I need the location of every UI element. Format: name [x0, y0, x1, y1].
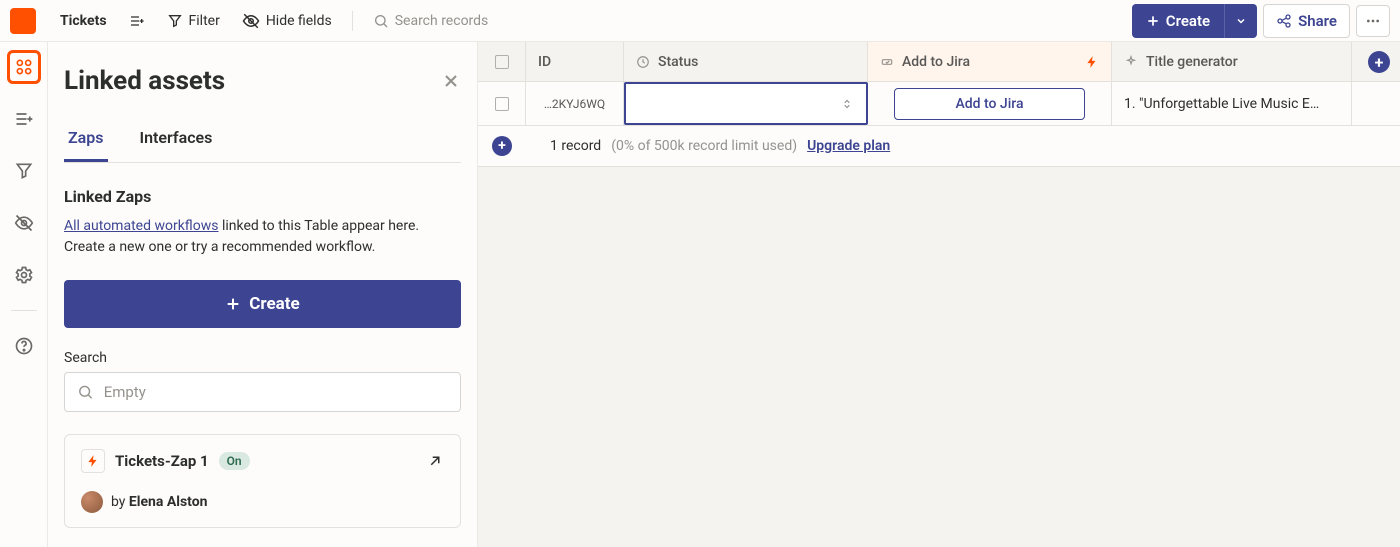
- create-button-label: Create: [1166, 12, 1210, 30]
- zap-status-badge: On: [219, 452, 250, 470]
- gear-icon: [14, 265, 34, 285]
- add-to-jira-row-button[interactable]: Add to Jira: [894, 88, 1084, 120]
- cell-id[interactable]: …2KYJ6WQ: [526, 82, 624, 125]
- sparkle-icon: [1124, 55, 1138, 69]
- add-record-button[interactable]: +: [492, 136, 512, 156]
- search-zaps-input[interactable]: [104, 383, 448, 401]
- avatar: [81, 491, 103, 513]
- table-row[interactable]: …2KYJ6WQ Add to Jira 1. "Unforgettable L…: [478, 82, 1400, 126]
- cell-title-generator[interactable]: 1. "Unforgettable Live Music E…: [1112, 82, 1352, 125]
- panel-close-button[interactable]: [441, 71, 461, 91]
- close-icon: [441, 71, 461, 91]
- plus-icon: [1146, 14, 1160, 28]
- new-field-button[interactable]: [121, 7, 153, 35]
- open-external-icon: [426, 452, 444, 470]
- top-toolbar: Tickets Filter Hide fields Create Share: [0, 0, 1400, 42]
- dots-icon: [1365, 13, 1381, 29]
- toolbar-divider: [352, 11, 353, 31]
- search-icon: [373, 13, 389, 29]
- app-logo: [10, 8, 36, 34]
- add-column-icon: [129, 13, 145, 29]
- zap-card-title: Tickets-Zap 1: [115, 452, 209, 470]
- zap-author-row: by Elena Alston: [81, 491, 444, 513]
- author-name: Elena Alston: [129, 494, 208, 510]
- table-footer: + 1 record (0% of 500k record limit used…: [478, 126, 1400, 167]
- zap-card[interactable]: Tickets-Zap 1 On by Elena Alston: [64, 434, 461, 528]
- search-records-input[interactable]: [395, 13, 595, 29]
- col-header-title-generator[interactable]: Title generator: [1112, 42, 1352, 81]
- rail-settings[interactable]: [7, 258, 41, 292]
- chevron-down-icon: [1235, 15, 1247, 27]
- search-icon: [77, 383, 94, 401]
- more-menu-button[interactable]: [1356, 5, 1390, 37]
- linked-zaps-description: All automated workflows linked to this T…: [64, 216, 461, 258]
- record-count: 1 record: [550, 138, 601, 154]
- status-icon: [636, 55, 650, 69]
- create-dropdown-button[interactable]: [1224, 4, 1257, 38]
- linked-assets-panel: Linked assets Zaps Interfaces Linked Zap…: [48, 42, 478, 547]
- rail-fields[interactable]: [7, 102, 41, 136]
- rail-divider: [11, 310, 37, 311]
- rail-filter[interactable]: [7, 154, 41, 188]
- rail-help[interactable]: [7, 329, 41, 363]
- checkbox[interactable]: [495, 55, 509, 69]
- cell-add-to-jira: Add to Jira: [868, 82, 1112, 125]
- share-button[interactable]: Share: [1263, 4, 1350, 38]
- panel-tabs: Zaps Interfaces: [64, 120, 461, 163]
- all-workflows-link[interactable]: All automated workflows: [64, 218, 218, 234]
- jira-label: Add to Jira: [902, 54, 970, 70]
- filter-icon: [167, 13, 183, 29]
- filter-icon: [14, 161, 34, 181]
- titlegen-label: Title generator: [1146, 54, 1238, 70]
- help-icon: [14, 336, 34, 356]
- panel-create-button[interactable]: Create: [64, 280, 461, 328]
- search-zaps-label: Search: [64, 350, 461, 366]
- linked-zaps-heading: Linked Zaps: [64, 187, 461, 206]
- author-prefix: by: [111, 494, 129, 510]
- share-label: Share: [1298, 12, 1337, 30]
- hide-fields-label: Hide fields: [266, 13, 332, 29]
- status-label: Status: [658, 54, 698, 70]
- col-header-id[interactable]: ID: [526, 42, 624, 81]
- tab-tickets[interactable]: Tickets: [52, 7, 115, 35]
- table-header-row: ID Status Add to Jira Title generator: [478, 42, 1400, 82]
- filter-label: Filter: [189, 13, 220, 29]
- search-records-wrapper: [365, 7, 603, 35]
- checkbox[interactable]: [495, 97, 509, 111]
- cell-status[interactable]: [624, 82, 868, 125]
- eye-off-icon: [242, 12, 260, 30]
- create-button[interactable]: Create: [1132, 4, 1224, 38]
- left-rail: [0, 42, 48, 547]
- record-limit-note: (0% of 500k record limit used): [611, 138, 797, 154]
- records-table: ID Status Add to Jira Title generator …2…: [478, 42, 1400, 547]
- hide-fields-button[interactable]: Hide fields: [234, 6, 340, 36]
- eye-off-icon: [14, 213, 34, 233]
- rail-hide-fields[interactable]: [7, 206, 41, 240]
- select-all-header[interactable]: [478, 42, 526, 81]
- add-column-button[interactable]: +: [1368, 51, 1390, 73]
- bolt-icon: [1085, 55, 1099, 69]
- upgrade-plan-link[interactable]: Upgrade plan: [807, 138, 890, 154]
- bolt-icon: [81, 449, 105, 473]
- plus-icon: [225, 296, 241, 312]
- rail-linked-assets[interactable]: [7, 50, 41, 84]
- panel-create-label: Create: [249, 294, 299, 314]
- panel-title: Linked assets: [64, 66, 225, 96]
- tab-zaps[interactable]: Zaps: [64, 120, 108, 162]
- button-field-icon: [880, 55, 894, 69]
- open-zap-button[interactable]: [426, 452, 444, 470]
- tab-interfaces[interactable]: Interfaces: [136, 120, 217, 162]
- filter-button[interactable]: Filter: [159, 7, 228, 35]
- search-zaps-wrapper: [64, 372, 461, 412]
- row-checkbox-cell[interactable]: [478, 82, 526, 125]
- col-header-add-to-jira[interactable]: Add to Jira: [868, 42, 1112, 81]
- sort-arrows-icon: [840, 97, 854, 111]
- col-header-status[interactable]: Status: [624, 42, 868, 81]
- add-column-icon: [14, 109, 34, 129]
- share-icon: [1276, 13, 1292, 29]
- linked-assets-icon: [14, 57, 34, 77]
